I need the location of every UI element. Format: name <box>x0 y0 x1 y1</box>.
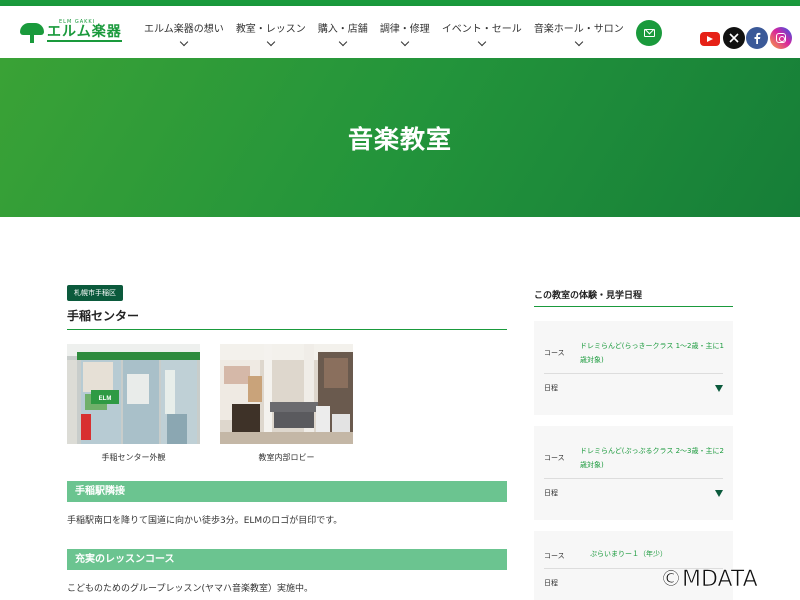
main-nav: エルム楽器の想い 教室・レッスン 購入・店舗 調律・修理 イベント・セール 音楽… <box>138 20 630 47</box>
section-heading-courses: 充実のレッスンコース <box>67 549 507 570</box>
nav-item-stores[interactable]: 購入・店舗 <box>312 20 374 47</box>
photo-caption: 手稲センター外観 <box>101 453 166 462</box>
youtube-icon[interactable] <box>700 32 720 46</box>
course-link[interactable]: ドレミらんど(らっきークラス 1～2歳・主に1歳対象) <box>580 339 728 367</box>
area-tag: 札幌市手稲区 <box>67 285 123 301</box>
nav-item-events[interactable]: イベント・セール <box>436 20 528 47</box>
photo-caption: 教室内部ロビー <box>258 453 315 462</box>
schedule-label: 日程 <box>544 579 558 587</box>
x-twitter-icon[interactable] <box>723 27 745 49</box>
lobby-photo <box>220 344 353 444</box>
nav-item-label: 教室・レッスン <box>235 24 306 35</box>
section-text-courses: こどものためのグループレッスン(ヤマハ音楽教室）実施中。 <box>67 584 313 594</box>
site-logo[interactable]: ELM GAKKI エルム楽器 <box>20 19 122 44</box>
trial-schedule-card: コース ドレミらんど(ぷっぷるクラス 2～3歳・主に2歳対象) 日程 <box>534 426 733 520</box>
chevron-down-icon <box>179 37 189 47</box>
nav-item-label: 購入・店舗 <box>317 24 368 35</box>
heading-divider <box>67 329 507 330</box>
course-link[interactable]: ぷらいまりー１（年少） <box>590 547 738 561</box>
nav-item-label: 音楽ホール・サロン <box>533 24 624 35</box>
chevron-down-icon <box>574 37 584 47</box>
mail-icon <box>643 29 655 37</box>
copyright-watermark: ©MDATA <box>660 567 758 593</box>
nav-item-label: エルム楽器の想い <box>144 24 224 35</box>
storefront-photo: ELM <box>67 344 200 444</box>
course-label: コース <box>544 552 565 560</box>
logo-text: エルム楽器 <box>47 24 122 42</box>
section-heading-access: 手稲駅隣接 <box>67 481 507 502</box>
course-label: コース <box>544 349 565 357</box>
dropdown-triangle-icon[interactable] <box>715 490 723 497</box>
photo-sign-text: ELM <box>99 396 112 402</box>
facebook-icon[interactable] <box>746 27 768 49</box>
schedule-label: 日程 <box>544 384 558 392</box>
dropdown-triangle-icon[interactable] <box>715 385 723 392</box>
hero-banner: 音楽教室 <box>0 58 800 217</box>
trial-schedule-card: コース ドレミらんど(らっきークラス 1～2歳・主に1歳対象) 日程 <box>534 321 733 415</box>
nav-item-philosophy[interactable]: エルム楽器の想い <box>138 20 230 47</box>
instagram-icon[interactable] <box>770 27 792 49</box>
course-link[interactable]: ドレミらんど(ぷっぷるクラス 2～3歳・主に2歳対象) <box>580 444 728 472</box>
nav-item-label: イベント・セール <box>441 24 522 35</box>
course-label: コース <box>544 454 565 462</box>
sidebar-title: この教室の体験・見学日程 <box>534 291 643 301</box>
chevron-down-icon <box>400 37 410 47</box>
logo-subtext: ELM GAKKI <box>59 19 96 25</box>
sidebar-divider <box>534 306 733 307</box>
nav-item-hall[interactable]: 音楽ホール・サロン <box>528 20 630 47</box>
site-header: ELM GAKKI エルム楽器 エルム楽器の想い 教室・レッスン 購入・店舗 調… <box>0 6 800 58</box>
contact-mail-button[interactable] <box>636 20 662 46</box>
nav-item-label: 調律・修理 <box>379 24 430 35</box>
card-divider <box>544 373 723 374</box>
card-divider <box>544 478 723 479</box>
school-name: 手稲センター <box>67 309 140 323</box>
nav-item-tuning[interactable]: 調律・修理 <box>374 20 436 47</box>
section-text-access: 手稲駅南口を降りて国道に向かい徒歩3分。ELMのロゴが目印です。 <box>67 516 343 526</box>
page-title: 音楽教室 <box>347 125 452 154</box>
chevron-down-icon <box>477 37 487 47</box>
chevron-down-icon <box>338 37 348 47</box>
nav-item-lessons[interactable]: 教室・レッスン <box>230 20 312 47</box>
schedule-label: 日程 <box>544 489 558 497</box>
tree-icon <box>20 23 44 43</box>
chevron-down-icon <box>266 37 276 47</box>
